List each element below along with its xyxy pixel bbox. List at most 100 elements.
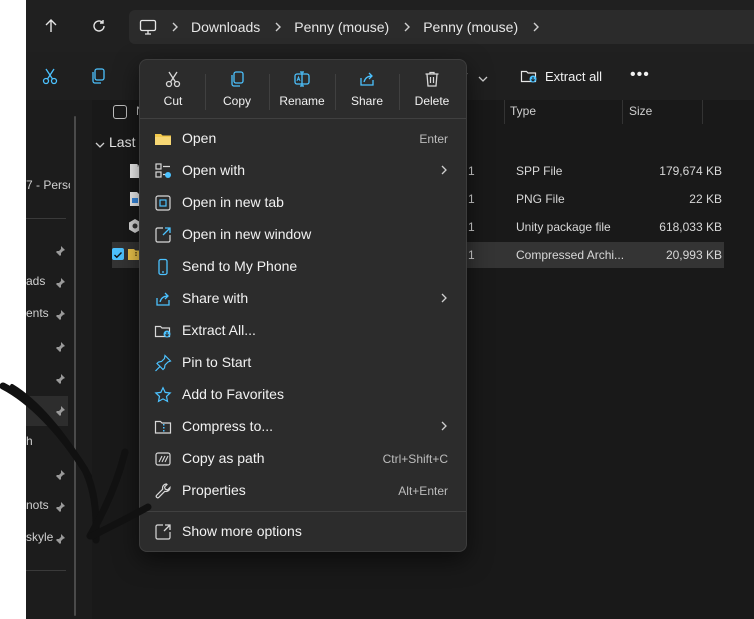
pin-icon bbox=[154, 354, 172, 372]
pin-icon bbox=[54, 372, 66, 385]
menu-divider bbox=[140, 118, 466, 119]
scissors-icon[interactable] bbox=[38, 64, 62, 88]
copy-icon bbox=[207, 68, 267, 90]
menu-item-shortcut: Ctrl+Shift+C bbox=[382, 452, 448, 466]
extract-icon bbox=[520, 68, 538, 84]
file-size: 179,674 KB bbox=[659, 164, 722, 178]
menu-item-label: Show more options bbox=[182, 523, 302, 539]
cut-button[interactable]: Cut bbox=[143, 68, 203, 112]
menu-item-compress-to[interactable]: Compress to... bbox=[144, 412, 462, 442]
menu-item-shortcut: Alt+Enter bbox=[398, 484, 448, 498]
delete-button[interactable]: Delete bbox=[402, 68, 462, 112]
share-with-icon bbox=[154, 290, 172, 308]
menu-item-open[interactable]: Open Enter bbox=[144, 124, 462, 154]
file-type: Unity package file bbox=[516, 220, 611, 234]
pin-icon bbox=[54, 532, 66, 545]
share-icon bbox=[337, 68, 397, 90]
menu-item-label: Open bbox=[182, 130, 217, 146]
column-separator[interactable] bbox=[702, 100, 703, 124]
chevron-down-icon[interactable] bbox=[478, 70, 488, 88]
menu-item-show-more-options[interactable]: Show more options bbox=[144, 517, 462, 547]
delete-label: Delete bbox=[414, 94, 450, 108]
chevron-right-icon[interactable] bbox=[532, 21, 540, 33]
more-options-button[interactable]: ••• bbox=[630, 66, 654, 86]
context-menu-quick-actions: Cut Copy Rename Share Delete bbox=[140, 60, 466, 118]
quick-action-divider bbox=[399, 74, 400, 110]
chevron-right-icon[interactable] bbox=[171, 21, 179, 33]
refresh-icon[interactable] bbox=[87, 14, 111, 38]
column-separator[interactable] bbox=[622, 100, 623, 124]
menu-item-label: Compress to... bbox=[182, 418, 274, 434]
star-icon bbox=[154, 386, 172, 404]
modified-date-tail: 1 bbox=[468, 248, 475, 262]
extract-all-button[interactable]: Extract all bbox=[520, 66, 602, 86]
modified-date-tail: 1 bbox=[468, 164, 475, 178]
file-type: SPP File bbox=[516, 164, 563, 178]
pin-icon bbox=[54, 308, 66, 321]
sidebar-scrollbar[interactable] bbox=[74, 116, 76, 616]
file-size: 22 KB bbox=[689, 192, 722, 206]
up-arrow-icon[interactable] bbox=[39, 14, 63, 38]
chevron-right-icon[interactable] bbox=[274, 21, 282, 33]
navigation-pane: 7 - Perso ads ents h nots skyle bbox=[26, 100, 92, 619]
menu-item-add-to-favorites[interactable]: Add to Favorites bbox=[144, 380, 462, 410]
pin-icon bbox=[54, 340, 66, 353]
menu-item-label: Add to Favorites bbox=[182, 386, 284, 402]
menu-item-label: Send to My Phone bbox=[182, 258, 298, 274]
pin-icon bbox=[54, 244, 66, 257]
menu-item-label: Open in new tab bbox=[182, 194, 284, 210]
pin-icon bbox=[54, 500, 66, 513]
menu-item-pin-to-start[interactable]: Pin to Start bbox=[144, 348, 462, 378]
menu-item-copy-as-path[interactable]: Copy as path Ctrl+Shift+C bbox=[144, 444, 462, 474]
this-pc-icon bbox=[139, 19, 157, 35]
menu-item-open-new-tab[interactable]: Open in new tab bbox=[144, 188, 462, 218]
sidebar-item-7[interactable]: h bbox=[26, 434, 70, 454]
file-size: 20,993 KB bbox=[665, 248, 722, 262]
column-separator[interactable] bbox=[504, 100, 505, 124]
pin-icon bbox=[54, 468, 66, 481]
menu-item-shortcut: Enter bbox=[419, 132, 448, 146]
sidebar-divider bbox=[26, 570, 66, 571]
chevron-right-icon bbox=[440, 419, 448, 437]
sidebar-item-personal[interactable]: 7 - Perso bbox=[26, 178, 70, 198]
menu-item-label: Properties bbox=[182, 482, 246, 498]
breadcrumb-downloads[interactable]: Downloads bbox=[191, 19, 260, 35]
menu-item-label: Pin to Start bbox=[182, 354, 252, 370]
column-header-size[interactable]: Size bbox=[629, 104, 652, 118]
menu-item-open-new-window[interactable]: Open in new window bbox=[144, 220, 462, 250]
share-button[interactable]: Share bbox=[337, 68, 397, 112]
chevron-right-icon[interactable] bbox=[403, 21, 411, 33]
new-window-icon bbox=[154, 226, 172, 244]
address-bar[interactable]: Downloads Penny (mouse) Penny (mouse) bbox=[129, 10, 754, 44]
quick-action-divider bbox=[205, 74, 206, 110]
menu-item-extract-all[interactable]: Extract All... bbox=[144, 316, 462, 346]
new-tab-icon bbox=[154, 194, 172, 212]
menu-item-share-with[interactable]: Share with bbox=[144, 284, 462, 314]
modified-date-tail: 1 bbox=[468, 220, 475, 234]
breadcrumb-penny-mouse-inner[interactable]: Penny (mouse) bbox=[423, 19, 518, 35]
file-type: PNG File bbox=[516, 192, 565, 206]
rename-icon bbox=[272, 68, 332, 90]
wrench-icon bbox=[154, 482, 172, 500]
rename-label: Rename bbox=[279, 94, 325, 108]
pin-icon bbox=[54, 276, 66, 289]
rename-button[interactable]: Rename bbox=[272, 68, 332, 112]
extract-all-label: Extract all bbox=[545, 68, 603, 84]
menu-item-open-with[interactable]: Open with bbox=[144, 156, 462, 186]
pin-icon bbox=[54, 404, 66, 417]
copy-icon[interactable] bbox=[86, 64, 110, 88]
breadcrumb-penny-mouse[interactable]: Penny (mouse) bbox=[294, 19, 389, 35]
show-more-icon bbox=[154, 523, 172, 541]
chevron-right-icon bbox=[440, 163, 448, 181]
menu-item-properties[interactable]: Properties Alt+Enter bbox=[144, 476, 462, 506]
row-checkbox-checked[interactable] bbox=[112, 248, 124, 260]
menu-item-send-to-phone[interactable]: Send to My Phone bbox=[144, 252, 462, 282]
scissors-icon bbox=[143, 68, 203, 90]
select-all-checkbox[interactable] bbox=[113, 105, 127, 119]
folder-icon bbox=[154, 130, 172, 148]
column-header-type[interactable]: Type bbox=[510, 104, 536, 118]
modified-date-tail: 1 bbox=[468, 192, 475, 206]
copy-button[interactable]: Copy bbox=[207, 68, 267, 112]
file-type: Compressed Archi... bbox=[516, 248, 625, 262]
quick-action-divider bbox=[269, 74, 270, 110]
